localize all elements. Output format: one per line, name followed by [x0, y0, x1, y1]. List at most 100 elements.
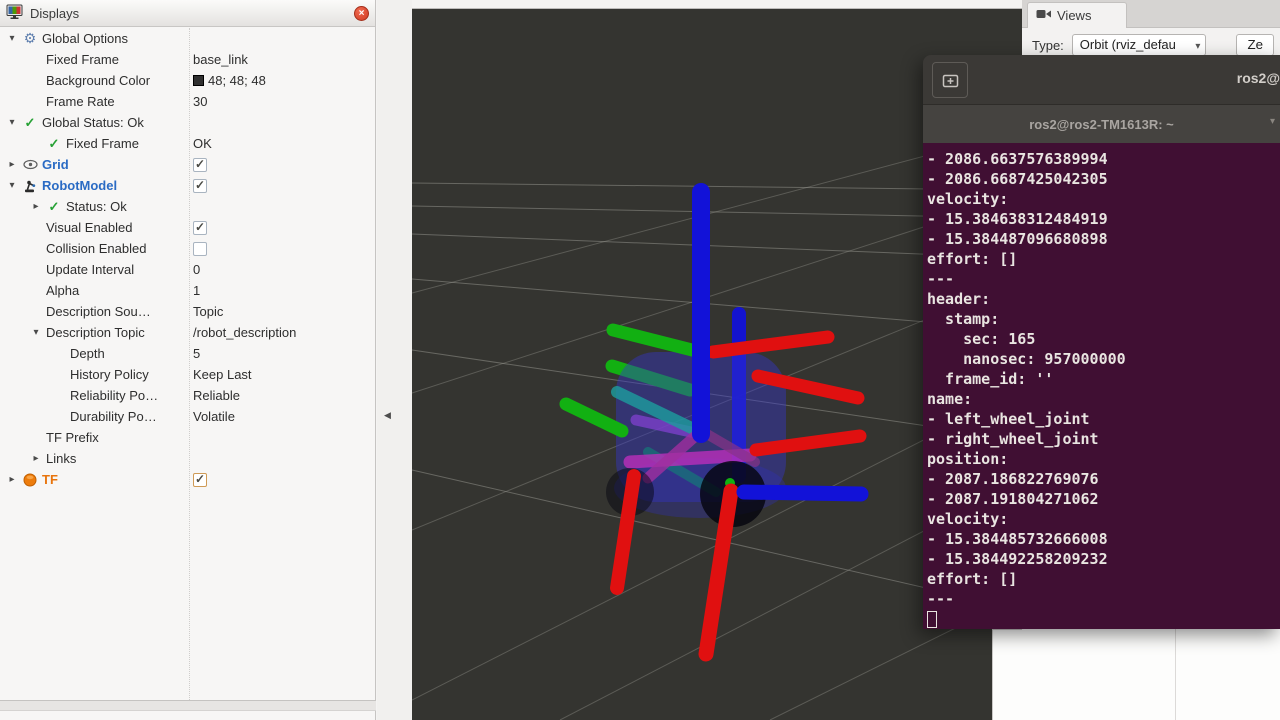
property-value[interactable]: OK	[193, 136, 212, 151]
view-type-row: Type: Orbit (rviz_defau Ze	[1022, 28, 1280, 56]
gear-icon: ⚙	[20, 30, 40, 47]
property-value[interactable]: Volatile	[193, 409, 235, 424]
tree-row-collision-enabled[interactable]: Collision Enabled	[0, 238, 375, 259]
terminal-line: effort: []	[927, 569, 1280, 589]
expander-down-icon[interactable]: ▾	[28, 327, 44, 338]
property-label: Depth	[70, 346, 105, 361]
property-label: Durability Po…	[70, 409, 157, 424]
tree-row-reliability-po[interactable]: Reliability Po… Reliable	[0, 385, 375, 406]
tree-row-update-interval[interactable]: Update Interval0	[0, 259, 375, 280]
tree-row-tf-prefix[interactable]: TF Prefix	[0, 427, 375, 448]
expander-down-icon[interactable]: ▾	[4, 180, 20, 191]
property-value[interactable]: Keep Last	[193, 367, 252, 382]
property-label: Fixed Frame	[66, 136, 139, 151]
property-column-divider[interactable]	[189, 28, 190, 700]
tree-row-global-options[interactable]: ▾⚙Global Options	[0, 28, 375, 49]
property-label: Fixed Frame	[46, 52, 119, 67]
tree-row-tf[interactable]: ▸TF	[0, 469, 375, 490]
terminal-line: sec: 165	[927, 329, 1280, 349]
tree-row-description-topic[interactable]: ▾Description Topic/robot_description	[0, 322, 375, 343]
terminal-output[interactable]: - 2086.6637576389994- 2086.6687425042305…	[923, 143, 1280, 629]
tree-row-visual-enabled[interactable]: Visual Enabled	[0, 217, 375, 238]
tree-row-fixed-frame[interactable]: Fixed Frame base_link	[0, 49, 375, 70]
tree-row-fixed-frame[interactable]: ✓Fixed FrameOK	[0, 133, 375, 154]
property-value[interactable]: base_link	[193, 52, 248, 67]
tree-row-global-status-ok[interactable]: ▾✓Global Status: Ok	[0, 112, 375, 133]
property-label: Description Sou…	[46, 304, 151, 319]
property-value[interactable]: 0	[193, 262, 200, 277]
rviz-screen: Displays × ▾⚙Global OptionsFixed Frameba…	[0, 0, 1280, 720]
panel-splitter[interactable]: ◀	[377, 0, 412, 720]
new-tab-icon	[942, 72, 959, 88]
displays-panel-header[interactable]: Displays ×	[0, 0, 375, 27]
terminal-line: header:	[927, 289, 1280, 309]
color-swatch	[193, 75, 204, 86]
views-panel-header: Views	[1022, 0, 1280, 28]
terminal-line: - left_wheel_joint	[927, 409, 1280, 429]
terminal-titlebar[interactable]: ros2@	[923, 55, 1280, 105]
view-type-dropdown[interactable]: Orbit (rviz_defau	[1072, 34, 1207, 56]
terminal-line: - 15.384638312484919	[927, 209, 1280, 229]
property-value[interactable]: 5	[193, 346, 200, 361]
terminal-lines: - 2086.6637576389994- 2086.6687425042305…	[927, 149, 1280, 609]
tree-row-frame-rate[interactable]: Frame Rate30	[0, 91, 375, 112]
terminal-line: - 15.384492258209232	[927, 549, 1280, 569]
checkbox[interactable]	[193, 473, 207, 487]
expander-right-icon[interactable]: ▸	[28, 453, 44, 464]
toolbar-bottom-strip	[412, 0, 1022, 9]
robot-icon	[20, 179, 40, 193]
property-label: Grid	[42, 157, 69, 172]
tree-row-history-policy[interactable]: History PolicyKeep Last	[0, 364, 375, 385]
tree-row-alpha[interactable]: Alpha1	[0, 280, 375, 301]
property-value[interactable]: 30	[193, 94, 207, 109]
tree-row-status-ok[interactable]: ▸✓Status: Ok	[0, 196, 375, 217]
expander-down-icon[interactable]: ▾	[4, 117, 20, 128]
expander-right-icon[interactable]: ▸	[4, 474, 20, 485]
terminal-cursor	[927, 611, 937, 628]
property-value[interactable]: 1	[193, 283, 200, 298]
displays-panel-bottom-edge	[0, 700, 376, 711]
expander-down-icon[interactable]: ▾	[4, 33, 20, 44]
terminal-line: - 2087.186822769076	[927, 469, 1280, 489]
tree-row-grid[interactable]: ▸ Grid	[0, 154, 375, 175]
property-label: Reliability Po…	[70, 388, 158, 403]
property-value[interactable]: Reliable	[193, 388, 240, 403]
check-icon: ✓	[44, 199, 64, 215]
property-label: Status: Ok	[66, 199, 127, 214]
terminal-line: - right_wheel_joint	[927, 429, 1280, 449]
property-value[interactable]: Topic	[193, 304, 223, 319]
terminal-line: stamp:	[927, 309, 1280, 329]
tf-axis-green-cylinder	[566, 404, 622, 431]
expander-right-icon[interactable]: ▸	[28, 201, 44, 212]
tree-row-description-sou[interactable]: Description Sou… Topic	[0, 301, 375, 322]
views-panel-tab[interactable]: Views	[1027, 2, 1127, 28]
property-label: Global Options	[42, 31, 128, 46]
checkbox[interactable]	[193, 242, 207, 256]
eye-icon	[20, 159, 40, 170]
zero-button[interactable]: Ze	[1236, 34, 1274, 56]
property-label: Visual Enabled	[46, 220, 133, 235]
expander-right-icon[interactable]: ▸	[4, 159, 20, 170]
new-tab-button[interactable]	[932, 62, 968, 98]
tree-row-depth[interactable]: Depth 5	[0, 343, 375, 364]
terminal-window: ros2@ ros2@ros2-TM1613R: ~ ▾ - 2086.6637…	[923, 55, 1280, 629]
property-value[interactable]: /robot_description	[193, 325, 296, 340]
tree-row-background-color[interactable]: Background Color48; 48; 48	[0, 70, 375, 91]
tree-row-links[interactable]: ▸Links	[0, 448, 375, 469]
collapse-panel-icon[interactable]: ◀	[384, 410, 391, 421]
property-value[interactable]: 48; 48; 48	[208, 73, 266, 88]
tree-row-robotmodel[interactable]: ▾RobotModel	[0, 175, 375, 196]
checkbox[interactable]	[193, 221, 207, 235]
terminal-line: name:	[927, 389, 1280, 409]
checkbox[interactable]	[193, 179, 207, 193]
check-icon: ✓	[20, 115, 40, 131]
displays-tree: ▾⚙Global OptionsFixed Framebase_linkBack…	[0, 28, 375, 490]
terminal-tabbar[interactable]: ros2@ros2-TM1613R: ~ ▾	[923, 105, 1280, 143]
checkbox[interactable]	[193, 158, 207, 172]
close-icon[interactable]: ×	[354, 6, 369, 21]
terminal-tab-title[interactable]: ros2@ros2-TM1613R: ~	[1029, 117, 1174, 132]
tree-row-durability-po[interactable]: Durability Po… Volatile	[0, 406, 375, 427]
chevron-down-icon[interactable]: ▾	[1270, 116, 1275, 127]
property-label: Description Topic	[46, 325, 145, 340]
views-list-edge	[992, 629, 1022, 720]
